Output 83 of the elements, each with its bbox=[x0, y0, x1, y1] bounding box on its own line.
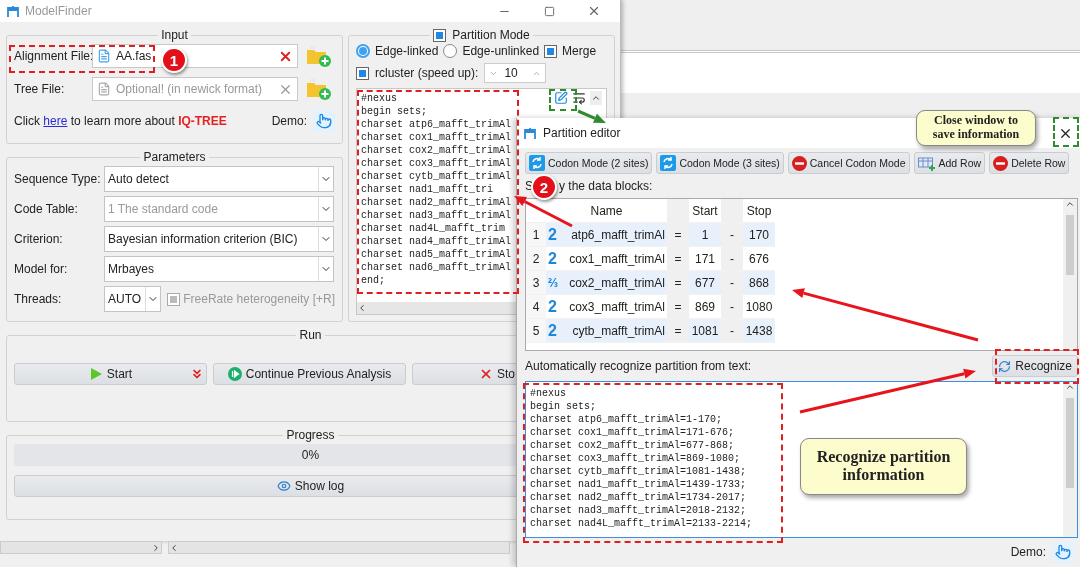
table-cell: 868 bbox=[743, 271, 775, 295]
table-cell: 170 bbox=[743, 223, 775, 247]
code-line: begin sets; bbox=[530, 400, 596, 413]
row-number: 2 bbox=[526, 247, 546, 271]
code-line: begin sets; bbox=[361, 105, 427, 118]
window-title: Partition editor bbox=[543, 126, 621, 140]
row-number: 5 bbox=[526, 319, 546, 343]
field-label: Criterion: bbox=[14, 232, 64, 246]
code-line: charset nad2_mafft_trimAl bbox=[361, 196, 512, 209]
code-line: charset cytb_mafft_trimAl=1081-1438; bbox=[530, 465, 747, 478]
demo-label: Demo: bbox=[271, 114, 307, 128]
code-line: charset cox2_mafft_trimAl=677-868; bbox=[530, 439, 735, 452]
codon-mark: 2 bbox=[548, 297, 557, 316]
table-cell: = bbox=[667, 295, 689, 319]
note-tooltip: Close window to save information bbox=[916, 110, 1036, 146]
group-title: Run bbox=[298, 328, 323, 342]
table-cell: = bbox=[667, 247, 689, 271]
checkbox-label: rcluster (speed up): bbox=[375, 66, 479, 80]
row-number: 3 bbox=[526, 271, 546, 295]
table-cell: = bbox=[667, 223, 689, 247]
group-title: Partition Mode bbox=[452, 28, 530, 42]
code-line: charset nad5_mafft_trimAl bbox=[361, 248, 512, 261]
table-cell: 677 bbox=[689, 271, 721, 295]
code-line: charset nad4_mafft_trimAl bbox=[361, 235, 512, 248]
table-cell: cytb_mafft_trimAl bbox=[572, 323, 665, 338]
table-cell: - bbox=[721, 295, 743, 319]
table-cell: - bbox=[721, 247, 743, 271]
code-line: charset cox1_mafft_trimAl=171-676; bbox=[530, 426, 735, 439]
code-line: charset cox2_mafft_trimAl bbox=[361, 144, 512, 157]
table-cell: atp6_mafft_trimAl bbox=[571, 227, 665, 242]
table-cell: cox1_mafft_trimAl bbox=[569, 251, 665, 266]
table-cell: 1438 bbox=[743, 319, 775, 343]
note-tooltip: Recognize partition information bbox=[800, 438, 967, 495]
code-line: charset nad3_mafft_trimAl bbox=[361, 209, 512, 222]
codon-mark: 2 bbox=[548, 225, 557, 244]
codon-mark: ⅔ bbox=[548, 275, 558, 290]
help-text: Click here to learn more about IQ-TREE bbox=[14, 114, 228, 128]
table-cell: 1081 bbox=[689, 319, 721, 343]
row-number: 4 bbox=[526, 295, 546, 319]
field-label: Alignment File: bbox=[14, 49, 92, 63]
table-cell: cox2_mafft_trimAl bbox=[569, 275, 665, 290]
progress-label: 0% bbox=[301, 448, 320, 462]
codon-mark: 2 bbox=[548, 321, 557, 340]
field-label: Tree File: bbox=[14, 82, 66, 96]
field-label: Threads: bbox=[14, 292, 63, 306]
section-label: Automatically recognize partition from text: bbox=[525, 359, 752, 373]
code-line: charset cytb_mafft_trimAl bbox=[361, 170, 512, 183]
code-line: charset atp6_mafft_trimAl bbox=[361, 118, 512, 131]
codon-mark: 2 bbox=[548, 249, 557, 268]
code-line: charset nad4L_mafft_trimAl=2133-2214; bbox=[530, 517, 753, 530]
code-line: charset nad4L_mafft_trim bbox=[361, 222, 506, 235]
window-title: ModelFinder bbox=[25, 4, 93, 18]
field-label: Model for: bbox=[14, 262, 69, 276]
group-title: Parameters bbox=[142, 150, 207, 164]
demo-label: Demo: bbox=[1010, 545, 1046, 559]
code-line: end; bbox=[361, 274, 385, 287]
code-line: #nexus bbox=[530, 387, 566, 400]
table-cell: = bbox=[667, 271, 689, 295]
code-line: charset cox3_mafft_trimAl=869-1080; bbox=[530, 452, 741, 465]
radio-label: Edge-unlinked bbox=[462, 44, 540, 58]
code-line: charset atp6_mafft_trimAl=1-170; bbox=[530, 413, 723, 426]
row-number: 1 bbox=[526, 223, 546, 247]
field-label: Sequence Type: bbox=[14, 172, 102, 186]
code-line: #nexus bbox=[361, 92, 397, 105]
table-cell: - bbox=[721, 223, 743, 247]
table-cell: cox3_mafft_trimAl bbox=[569, 299, 665, 314]
code-line: charset nad3_mafft_trimAl=2018-2132; bbox=[530, 504, 747, 517]
table-cell: = bbox=[667, 319, 689, 343]
group-title: Input bbox=[160, 28, 189, 42]
checkbox-label: FreeRate heterogeneity [+R] bbox=[183, 292, 335, 306]
section-label: S bbox=[525, 179, 533, 193]
radio-label: Edge-linked bbox=[375, 44, 439, 58]
group-title: Progress bbox=[285, 428, 336, 442]
table-cell: - bbox=[721, 319, 743, 343]
section-label: y the data blocks: bbox=[559, 179, 653, 193]
code-line: charset nad1_mafft_tri bbox=[361, 183, 494, 196]
table-cell: - bbox=[721, 271, 743, 295]
code-line: charset cox3_mafft_trimAl bbox=[361, 157, 512, 170]
table-cell: 1 bbox=[689, 223, 721, 247]
field-label: Code Table: bbox=[14, 202, 79, 216]
checkbox-label: Merge bbox=[562, 44, 597, 58]
code-line: charset cox1_mafft_trimAl bbox=[361, 131, 512, 144]
code-line: charset nad6_mafft_trimAl bbox=[361, 261, 512, 274]
